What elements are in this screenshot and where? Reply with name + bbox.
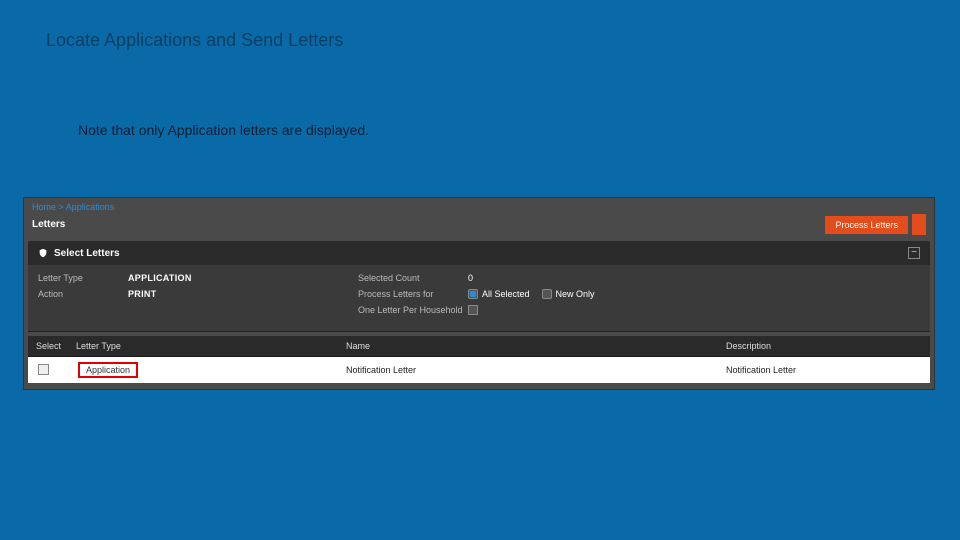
process-for-all-radio[interactable]	[468, 289, 478, 299]
slide-title: Locate Applications and Send Letters	[46, 30, 343, 51]
letter-type-value: APPLICATION	[128, 273, 358, 283]
one-per-household-checkbox[interactable]	[468, 305, 478, 315]
process-letters-group: Process Letters	[825, 214, 926, 235]
process-for-new-radio[interactable]	[542, 289, 552, 299]
table-header-row: Select Letter Type Name Description	[28, 336, 930, 357]
col-letter-type: Letter Type	[76, 341, 346, 351]
col-name: Name	[346, 341, 726, 351]
letters-table: Select Letter Type Name Description Appl…	[28, 336, 930, 383]
letter-type-label: Letter Type	[38, 273, 128, 283]
page-header: Letters Process Letters	[24, 212, 934, 241]
process-for-all-label: All Selected	[482, 289, 530, 299]
shield-icon	[38, 247, 48, 259]
action-value: PRINT	[128, 289, 358, 299]
letter-type-badge: Application	[78, 362, 138, 378]
breadcrumb[interactable]: Home > Applications	[24, 198, 934, 212]
row-select-checkbox[interactable]	[38, 364, 49, 375]
row-description: Notification Letter	[726, 365, 922, 375]
slide-note: Note that only Application letters are d…	[78, 122, 369, 138]
filter-panel: Letter Type APPLICATION Selected Count 0…	[28, 265, 930, 332]
collapse-icon[interactable]: −	[908, 247, 920, 259]
col-select: Select	[36, 341, 76, 351]
selected-count-value: 0	[468, 273, 473, 283]
letters-app-panel: Home > Applications Letters Process Lett…	[23, 197, 935, 390]
selected-count-label: Selected Count	[358, 273, 468, 283]
col-description: Description	[726, 341, 922, 351]
page-title: Letters	[32, 219, 65, 230]
row-name: Notification Letter	[346, 365, 726, 375]
process-letters-button[interactable]: Process Letters	[825, 216, 908, 234]
process-for-label: Process Letters for	[358, 289, 468, 299]
table-row[interactable]: Application Notification Letter Notifica…	[28, 357, 930, 383]
action-label: Action	[38, 289, 128, 299]
process-letters-dropdown[interactable]	[912, 214, 926, 235]
select-letters-section-header: Select Letters −	[28, 241, 930, 265]
process-for-new-label: New Only	[556, 289, 595, 299]
section-title: Select Letters	[54, 248, 120, 259]
one-per-household-label: One Letter Per Household	[358, 305, 468, 315]
